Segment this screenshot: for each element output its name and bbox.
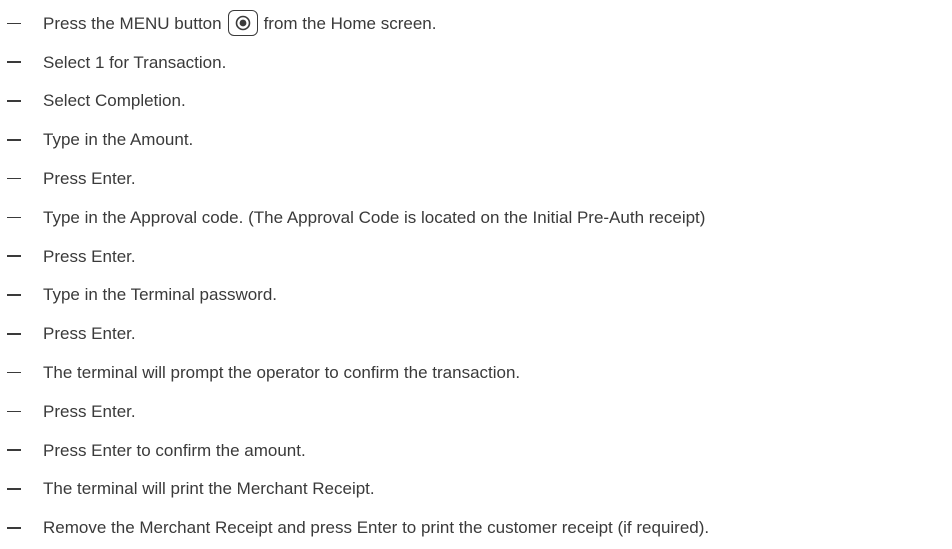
menu-button-icon [227,10,258,37]
step-text: Select 1 for Transaction. [43,52,227,72]
step-text: Press Enter. [43,324,136,344]
dash-bullet [7,61,21,63]
dash-bullet [7,100,21,102]
step-text: from the Home screen. [263,13,437,33]
dash-bullet [7,216,21,219]
step-text: Select Completion. [43,91,186,111]
step-text: Remove the Merchant Receipt and press En… [43,518,710,538]
instruction-list: Press the MENU button from the Home scre… [0,0,952,547]
list-item: Type in the Terminal password. [0,276,952,315]
list-item: Press Enter. [0,237,952,276]
list-item: The terminal will print the Merchant Rec… [0,470,952,509]
step-text: The terminal will prompt the operator to… [43,363,521,383]
list-item: Type in the Amount. [0,120,952,159]
dash-bullet [7,139,21,141]
step-text: Type in the Approval code. (The Approval… [43,207,706,227]
dash-bullet [7,410,21,413]
list-item: Press Enter. [0,159,952,198]
step-text: Type in the Amount. [43,130,194,150]
list-item: Press the MENU button from the Home scre… [0,4,952,43]
step-text: Press Enter. [43,401,136,421]
step-text: Press the MENU button [43,13,222,33]
dash-bullet [7,527,21,529]
list-item: The terminal will prompt the operator to… [0,353,952,392]
dash-bullet [7,177,21,180]
dash-bullet [7,22,21,25]
list-item: Press Enter. [0,314,952,353]
dash-bullet [7,449,21,451]
dash-bullet [7,294,21,296]
list-item: Select 1 for Transaction. [0,43,952,82]
dash-bullet [7,255,21,257]
list-item: Press Enter to confirm the amount. [0,431,952,470]
step-text: The terminal will print the Merchant Rec… [43,479,375,499]
dash-bullet [7,488,21,490]
dash-bullet [7,371,21,374]
list-item: Type in the Approval code. (The Approval… [0,198,952,237]
step-text: Press Enter. [43,246,136,266]
list-item: Select Completion. [0,82,952,121]
dash-bullet [7,333,21,335]
step-text: Press Enter. [43,169,136,189]
step-text: Press Enter to confirm the amount. [43,440,306,460]
list-item: Press Enter. [0,392,952,431]
step-text: Type in the Terminal password. [43,285,278,305]
list-item: Remove the Merchant Receipt and press En… [0,508,952,547]
